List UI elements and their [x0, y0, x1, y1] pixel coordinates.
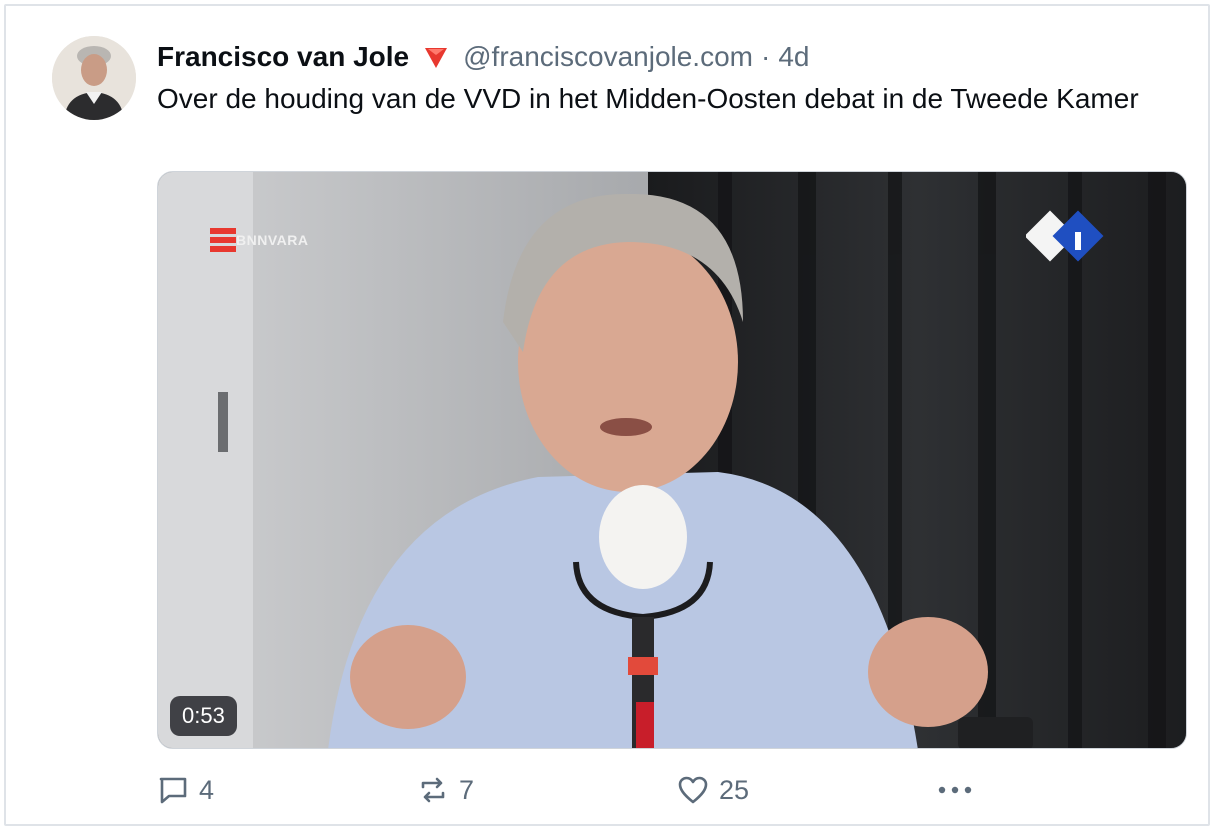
video-duration-badge: 0:53 — [170, 696, 237, 736]
red-triangle-icon — [423, 44, 449, 70]
post-actions: 4 7 25 — [157, 770, 1007, 810]
video-player[interactable]: BNNVARA 0:53 — [157, 171, 1187, 749]
author-name[interactable]: Francisco van Jole — [157, 41, 409, 73]
repost-count: 7 — [459, 774, 475, 805]
like-button[interactable]: 25 — [677, 770, 749, 810]
reply-button[interactable]: 4 — [157, 770, 214, 810]
avatar-image — [52, 36, 136, 120]
heart-icon — [678, 776, 708, 804]
bnnvara-logo-icon — [210, 228, 236, 252]
post-age[interactable]: 4d — [778, 41, 809, 73]
post-text: Over de houding van de VVD in het Midden… — [157, 83, 1139, 114]
post-header: Francisco van Jole @franciscovanjole.com… — [157, 37, 809, 77]
bnnvara-label: BNNVARA — [236, 232, 309, 248]
ellipsis-icon — [938, 786, 972, 794]
repost-button[interactable]: 7 — [417, 770, 474, 810]
bnnvara-watermark: BNNVARA — [210, 228, 308, 252]
post-card[interactable]: Francisco van Jole @franciscovanjole.com… — [4, 4, 1210, 826]
like-count: 25 — [719, 774, 750, 805]
more-options-button[interactable] — [937, 770, 983, 810]
separator-dot: · — [760, 41, 771, 72]
author-handle[interactable]: @franciscovanjole.com — [463, 41, 753, 73]
reply-icon — [159, 777, 187, 804]
repost-icon — [421, 777, 445, 803]
reply-count: 4 — [199, 774, 215, 805]
npo-radio-1-logo-icon — [1026, 210, 1104, 262]
avatar[interactable] — [52, 36, 136, 120]
